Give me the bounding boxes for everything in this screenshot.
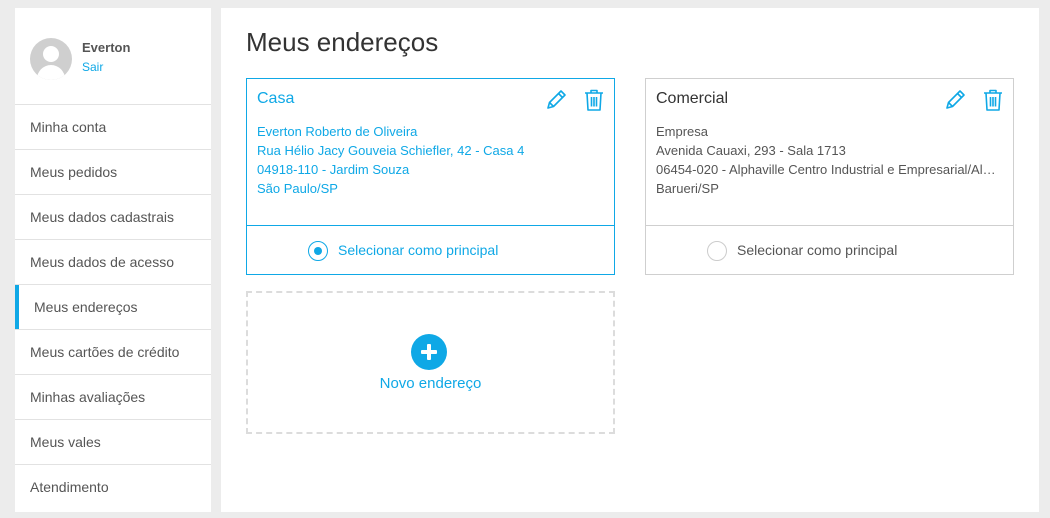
address-lines: Everton Roberto de Oliveira Rua Hélio Ja…: [257, 122, 602, 198]
sidebar: Everton Sair Minha conta Meus pedidos Me…: [15, 8, 211, 512]
new-address-label: Novo endereço: [379, 375, 482, 392]
account-menu: Minha conta Meus pedidos Meus dados cada…: [15, 105, 211, 510]
user-name: Everton: [82, 40, 131, 55]
menu-item-label: Meus dados cadastrais: [30, 209, 174, 225]
menu-item-meus-pedidos[interactable]: Meus pedidos: [15, 150, 211, 195]
user-panel: Everton Sair: [15, 8, 211, 105]
trash-icon[interactable]: [982, 88, 1004, 112]
main-content: Meus endereços Casa Everton Roberto de O…: [221, 8, 1039, 512]
menu-item-label: Minha conta: [30, 119, 107, 135]
menu-item-label: Meus vales: [30, 434, 101, 450]
pencil-icon[interactable]: [944, 88, 966, 112]
menu-item-label: Meus pedidos: [30, 164, 118, 180]
select-principal-option[interactable]: Selecionar como principal: [247, 225, 614, 274]
menu-item-label: Meus dados de acesso: [30, 254, 174, 270]
address-lines: Empresa Avenida Cauaxi, 293 - Sala 1713 …: [656, 122, 1001, 198]
menu-item-avaliacoes[interactable]: Minhas avaliações: [15, 375, 211, 420]
menu-item-dados-cadastrais[interactable]: Meus dados cadastrais: [15, 195, 211, 240]
page-title: Meus endereços: [246, 27, 439, 57]
select-principal-label: Selecionar como principal: [338, 242, 499, 258]
address-street: Rua Hélio Jacy Gouveia Schiefler, 42 - C…: [257, 143, 525, 158]
plus-icon[interactable]: [411, 334, 447, 370]
menu-item-label: Meus cartões de crédito: [30, 344, 180, 360]
menu-item-vales[interactable]: Meus vales: [15, 420, 211, 465]
address-city-state: São Paulo/SP: [257, 181, 338, 196]
address-street: Avenida Cauaxi, 293 - Sala 1713: [656, 143, 846, 158]
address-title: Casa: [257, 90, 295, 107]
address-card-comercial: Comercial Empresa Avenida Cauaxi, 293 - …: [645, 78, 1014, 275]
new-address-button[interactable]: Novo endereço: [246, 291, 615, 434]
logout-link[interactable]: Sair: [82, 60, 103, 74]
pencil-icon[interactable]: [545, 88, 567, 112]
select-principal-option[interactable]: Selecionar como principal: [646, 225, 1013, 274]
menu-item-label: Meus endereços: [34, 299, 138, 315]
menu-item-cartoes-credito[interactable]: Meus cartões de crédito: [15, 330, 211, 375]
user-avatar-icon: [30, 38, 72, 80]
radio-button[interactable]: [707, 241, 727, 261]
menu-item-dados-acesso[interactable]: Meus dados de acesso: [15, 240, 211, 285]
menu-item-minha-conta[interactable]: Minha conta: [15, 105, 211, 150]
address-city-state: Barueri/SP: [656, 181, 719, 196]
menu-item-meus-enderecos[interactable]: Meus endereços: [15, 285, 211, 330]
address-title: Comercial: [656, 90, 729, 107]
address-zip-district: 04918-110 - Jardim Souza: [257, 162, 410, 177]
radio-button[interactable]: [308, 241, 328, 261]
address-recipient: Everton Roberto de Oliveira: [257, 124, 418, 139]
select-principal-label: Selecionar como principal: [737, 242, 898, 258]
address-zip-district: 06454-020 - Alphaville Centro Industrial…: [656, 162, 1001, 177]
menu-item-label: Minhas avaliações: [30, 389, 146, 405]
address-card-casa: Casa Everton Roberto de Oliveira Rua Hél…: [246, 78, 615, 275]
address-recipient: Empresa: [656, 124, 709, 139]
menu-item-label: Atendimento: [30, 479, 109, 495]
menu-item-atendimento[interactable]: Atendimento: [15, 465, 211, 510]
trash-icon[interactable]: [583, 88, 605, 112]
